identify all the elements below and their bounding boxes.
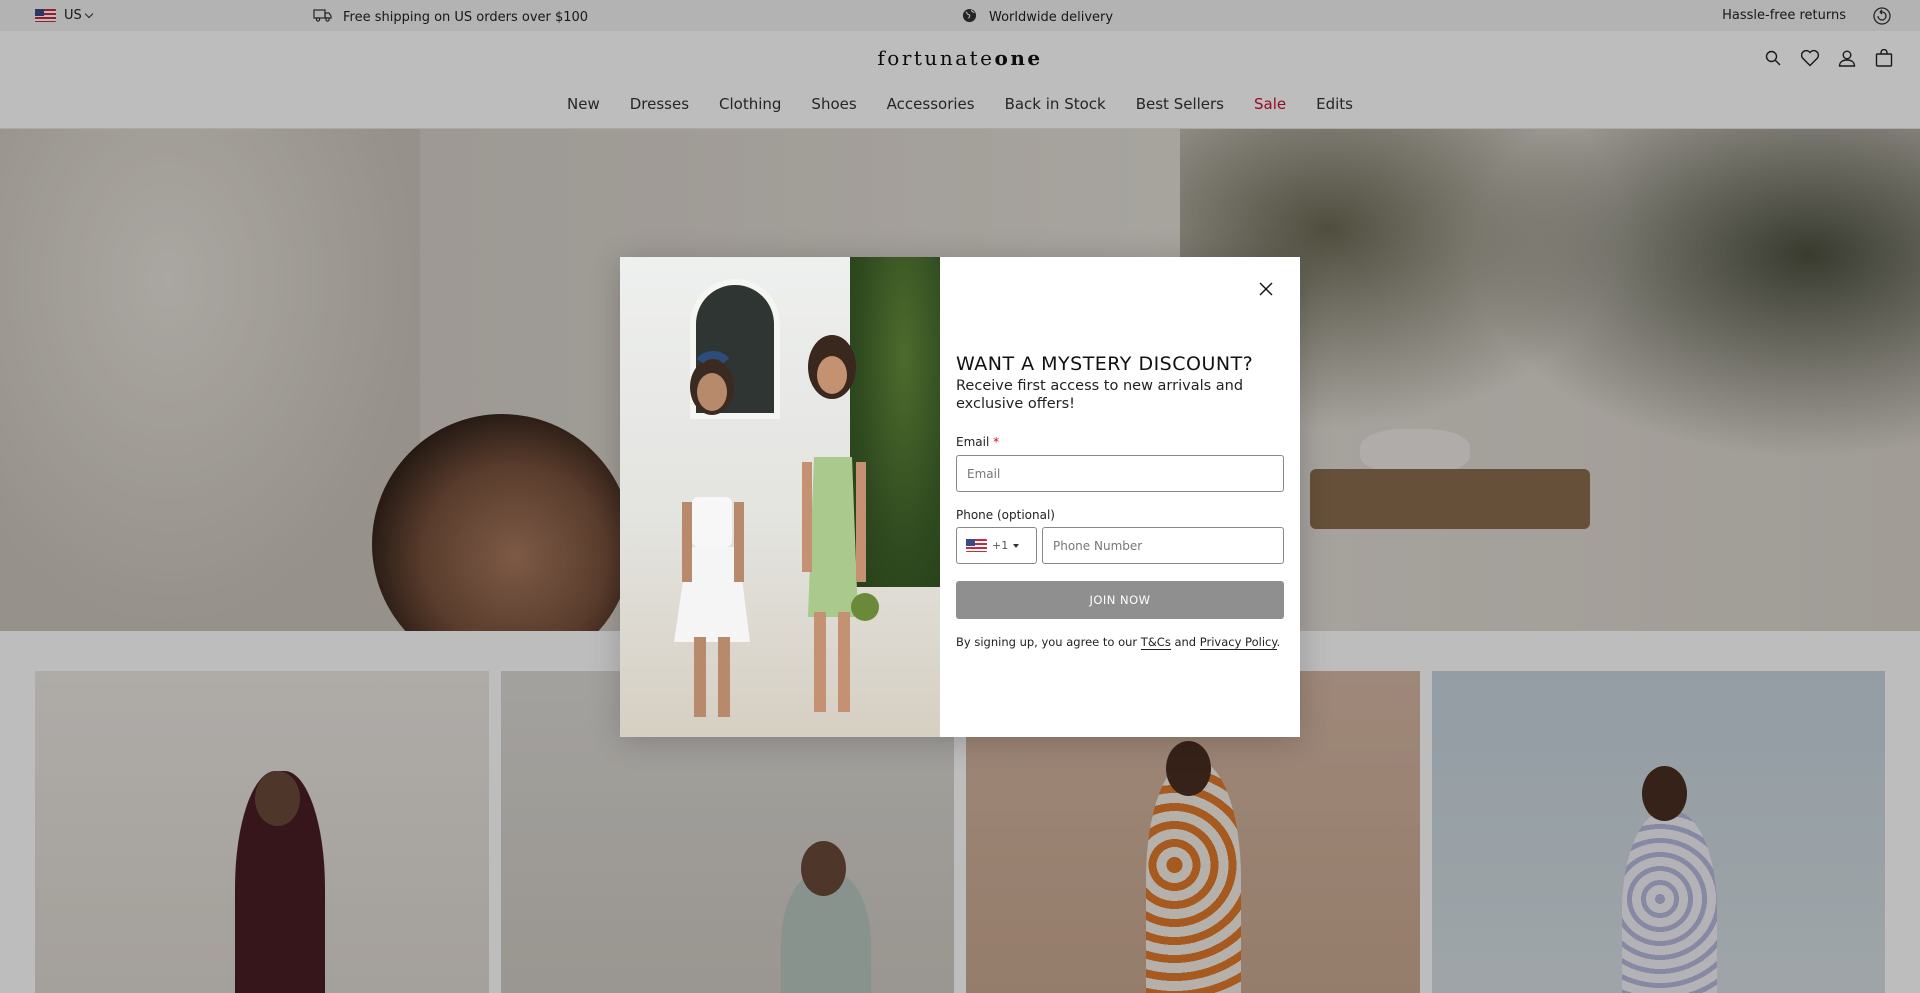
terms-link[interactable]: T&Cs [1140, 635, 1171, 650]
close-icon[interactable] [1256, 279, 1276, 299]
model-white-dress [660, 347, 765, 727]
required-mark: * [993, 435, 1000, 449]
signup-modal: WANT A MYSTERY DISCOUNT? Receive first a… [620, 257, 1300, 737]
join-now-button[interactable]: JOIN NOW [956, 581, 1284, 619]
email-label: Email * [956, 435, 1000, 449]
country-code-value: +1 [992, 539, 1009, 552]
phone-field[interactable] [1042, 527, 1284, 564]
modal-subtitle: Receive first access to new arrivals and… [956, 378, 1244, 412]
phone-label: Phone (optional) [956, 508, 1055, 522]
us-flag-icon [966, 539, 987, 552]
legal-and: and [1174, 635, 1197, 649]
modal-promo-image [620, 257, 940, 737]
modal-form-panel: WANT A MYSTERY DISCOUNT? Receive first a… [940, 257, 1300, 737]
country-code-select[interactable]: +1 [956, 527, 1037, 564]
modal-title: WANT A MYSTERY DISCOUNT? [956, 353, 1254, 375]
model-green-dress [780, 327, 885, 727]
legal-suffix: . [1276, 635, 1281, 649]
privacy-policy-link[interactable]: Privacy Policy [1199, 635, 1277, 650]
legal-text: By signing up, you agree to our T&Cs and… [956, 635, 1281, 650]
legal-prefix: By signing up, you agree to our [956, 635, 1138, 649]
email-field[interactable] [956, 455, 1284, 492]
caret-down-icon [1013, 543, 1020, 548]
